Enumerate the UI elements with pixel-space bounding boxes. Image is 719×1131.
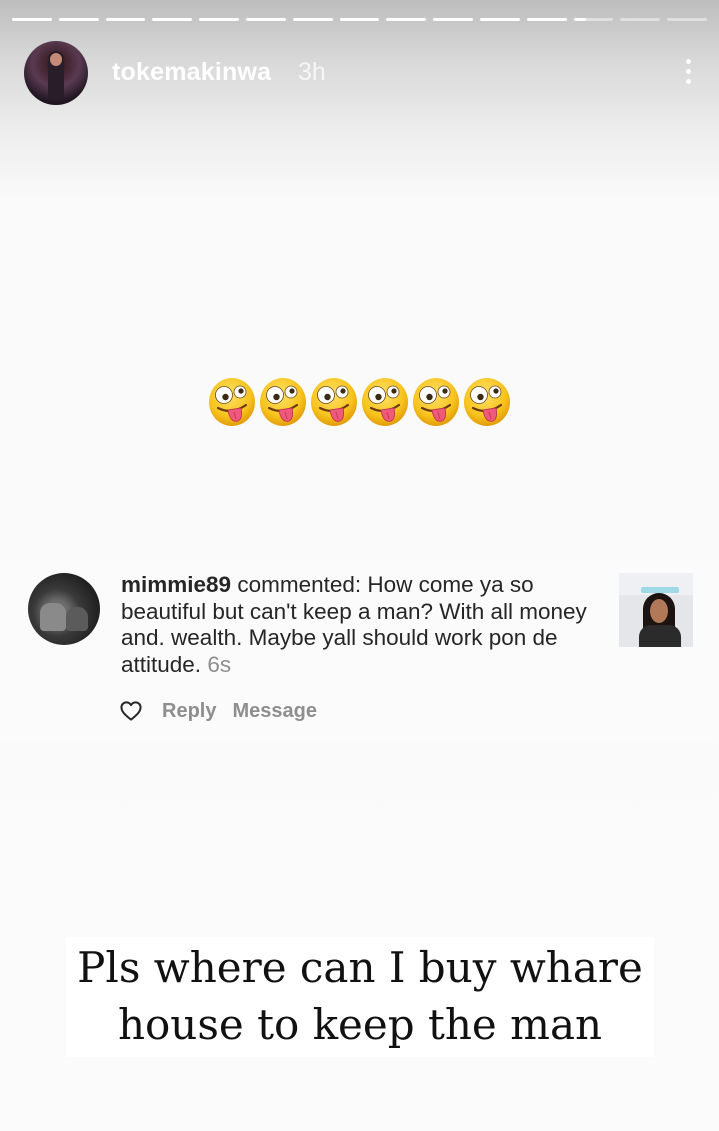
progress-segment bbox=[199, 18, 239, 21]
reply-button[interactable]: Reply bbox=[162, 700, 216, 723]
progress-segment bbox=[105, 18, 146, 21]
progress-segment bbox=[479, 18, 520, 21]
emoji-row bbox=[208, 377, 511, 427]
zany-face-emoji-icon bbox=[362, 378, 408, 426]
commenter-avatar[interactable] bbox=[28, 573, 100, 645]
zany-face-emoji-icon bbox=[464, 378, 510, 426]
story-username[interactable]: tokemakinwa bbox=[112, 58, 271, 87]
comment-timestamp: 6s bbox=[207, 651, 232, 677]
post-thumbnail[interactable] bbox=[619, 573, 693, 647]
profile-avatar[interactable] bbox=[24, 41, 88, 105]
story-caption: Pls where can I buy whare house to keep … bbox=[66, 937, 654, 1053]
progress-segment bbox=[667, 18, 707, 21]
progress-segment bbox=[433, 18, 473, 21]
zany-face-emoji-icon bbox=[311, 378, 357, 426]
story-progress-bar bbox=[12, 18, 707, 22]
shared-comment-card: mimmie89 commented: How come ya so beaut… bbox=[0, 560, 719, 740]
more-options-icon[interactable] bbox=[673, 51, 703, 91]
comment-actions: Reply Message bbox=[120, 699, 317, 723]
progress-segment bbox=[526, 18, 567, 21]
progress-segment bbox=[386, 18, 427, 21]
story-viewer: tokemakinwa 3h mimmie89 commented: How c… bbox=[0, 0, 719, 1131]
caption-line-1: Pls where can I buy whare bbox=[77, 943, 643, 992]
progress-segment bbox=[573, 18, 614, 21]
progress-segment bbox=[292, 18, 333, 21]
commenter-username[interactable]: mimmie89 bbox=[121, 572, 231, 597]
progress-segment bbox=[245, 18, 286, 21]
story-header: tokemakinwa 3h bbox=[24, 41, 695, 105]
zany-face-emoji-icon bbox=[209, 378, 255, 426]
message-button[interactable]: Message bbox=[232, 700, 317, 723]
zany-face-emoji-icon bbox=[413, 378, 459, 426]
zany-face-emoji-icon bbox=[260, 378, 306, 426]
progress-segment bbox=[152, 18, 193, 21]
progress-segment bbox=[12, 18, 52, 21]
comment-text: mimmie89 commented: How come ya so beaut… bbox=[121, 572, 601, 678]
story-timestamp: 3h bbox=[298, 58, 326, 86]
heart-icon[interactable] bbox=[120, 701, 142, 721]
progress-segment bbox=[339, 18, 380, 21]
progress-segment bbox=[58, 18, 99, 21]
caption-line-2: house to keep the man bbox=[117, 1000, 603, 1049]
caption-box: Pls where can I buy whare house to keep … bbox=[66, 937, 654, 1057]
progress-segment bbox=[620, 18, 661, 21]
